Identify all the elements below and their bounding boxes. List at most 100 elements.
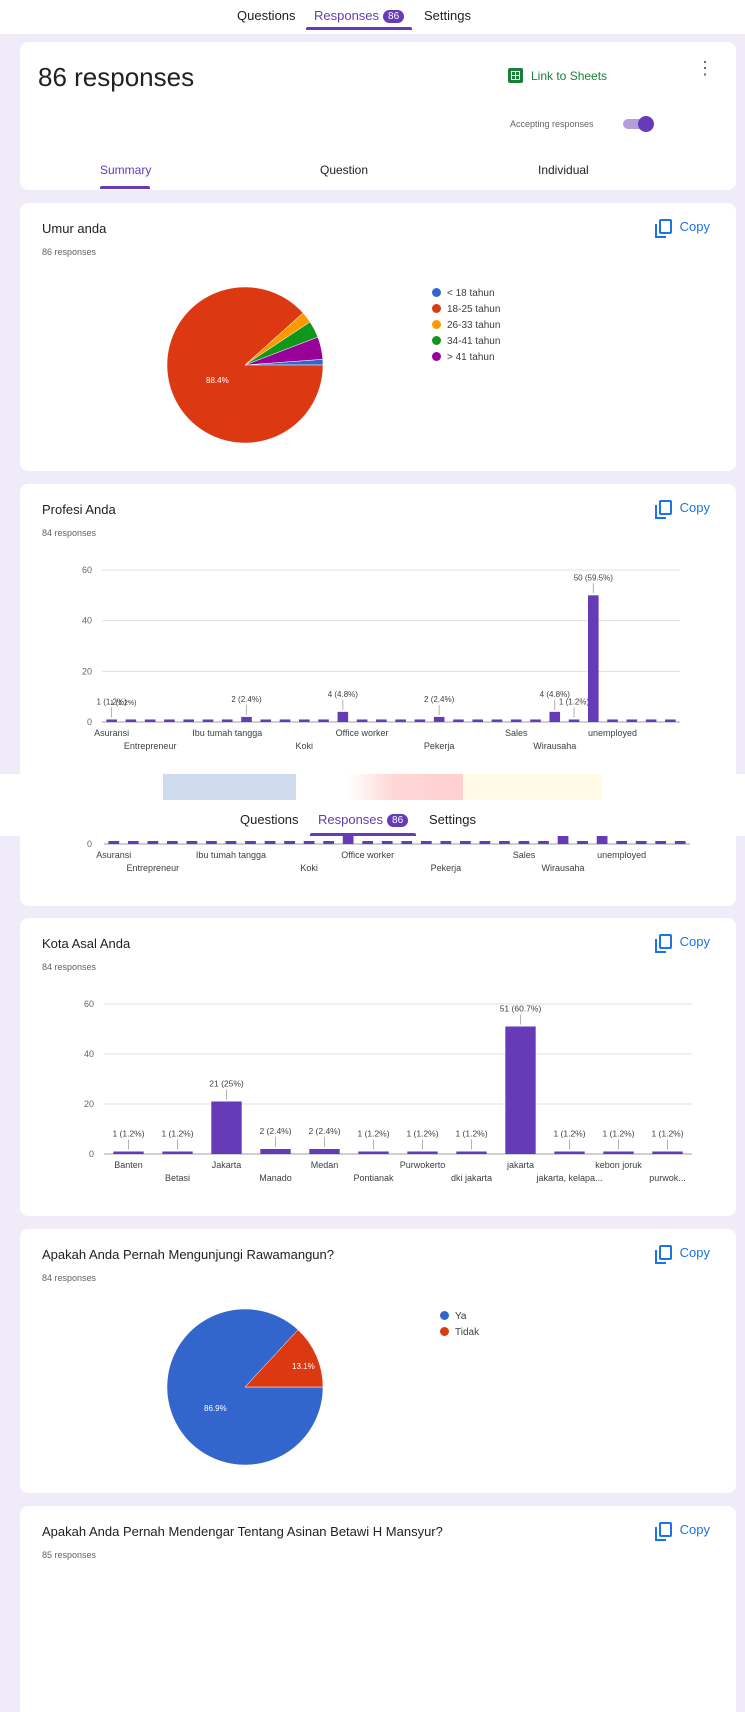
bar bbox=[607, 719, 618, 722]
response-count: 84 responses bbox=[42, 528, 97, 538]
tab-questions[interactable]: Questions bbox=[237, 8, 296, 23]
x-tick-label: Koki bbox=[300, 863, 318, 873]
copy-icon bbox=[654, 1522, 672, 1541]
x-tick-label: Asuransi bbox=[94, 728, 129, 738]
pie-slices bbox=[166, 286, 324, 444]
bar bbox=[655, 841, 667, 844]
bar bbox=[530, 719, 541, 722]
top-nav: Questions Responses 86 Settings bbox=[0, 0, 745, 34]
bar bbox=[299, 719, 310, 722]
legend-item: Ya bbox=[440, 1311, 467, 1322]
bar bbox=[472, 719, 483, 722]
legend-dot bbox=[432, 288, 441, 297]
copy-icon bbox=[654, 1245, 672, 1264]
slice-label-tidak: 13.1% bbox=[292, 1362, 315, 1371]
bar bbox=[356, 719, 368, 722]
x-tick-label: Medan bbox=[311, 1160, 339, 1170]
legend-dot bbox=[432, 336, 441, 345]
tab-settings[interactable]: Settings bbox=[429, 812, 476, 827]
bar bbox=[376, 719, 387, 722]
legend-label: 26-33 tahun bbox=[447, 320, 501, 331]
data-label: 51 (60.7%) bbox=[500, 1004, 542, 1014]
legend-label: 18-25 tahun bbox=[447, 304, 501, 315]
bar bbox=[401, 841, 413, 844]
screenshot-seam bbox=[0, 774, 745, 804]
bar bbox=[549, 711, 561, 722]
x-tick-label: purwok... bbox=[649, 1173, 686, 1183]
data-label: 21 (25%) bbox=[209, 1079, 244, 1089]
x-tick-label: dki jakarta bbox=[451, 1173, 492, 1183]
x-tick-label: Sales bbox=[513, 850, 536, 860]
tab-individual[interactable]: Individual bbox=[538, 163, 589, 177]
bar bbox=[164, 719, 175, 722]
bar bbox=[479, 841, 491, 844]
tab-responses[interactable]: Responses 86 bbox=[318, 812, 409, 827]
x-tick-label: Office worker bbox=[336, 728, 389, 738]
y-tick-label: 40 bbox=[84, 1049, 94, 1059]
data-label: 2 (2.4%) bbox=[424, 695, 455, 704]
x-tick-label: Pekerja bbox=[431, 863, 462, 873]
page-title: 86 responses bbox=[38, 62, 195, 92]
link-to-sheets-button[interactable]: Link to Sheets bbox=[508, 68, 607, 83]
bar bbox=[538, 841, 549, 844]
sheets-icon bbox=[508, 68, 523, 83]
bar bbox=[211, 1101, 242, 1154]
bar bbox=[284, 841, 295, 844]
question-card-rawamangun: Apakah Anda Pernah Mengunjungi Rawamangu… bbox=[20, 1229, 736, 1493]
bar bbox=[186, 841, 198, 844]
bar bbox=[206, 841, 217, 844]
x-tick-label: Ibu tumah tangga bbox=[196, 850, 266, 860]
x-tick-label: Manado bbox=[259, 1173, 292, 1183]
x-tick-label: Wirausaha bbox=[533, 741, 576, 751]
tab-question[interactable]: Question bbox=[320, 163, 368, 177]
bar bbox=[144, 719, 156, 722]
more-options-icon[interactable]: ⋮ bbox=[696, 59, 714, 77]
legend-label: 34-41 tahun bbox=[447, 336, 501, 347]
bar-chart-profesi-continued: 0 Asuransi Entrepreneur Ibu tumah tangga Kok… bbox=[87, 836, 690, 873]
copy-button[interactable]: Copy bbox=[654, 1245, 710, 1264]
legend-dot bbox=[440, 1311, 449, 1320]
x-tick-label: Entrepreneur bbox=[124, 741, 177, 751]
data-label: 4 (4.8%) bbox=[328, 690, 359, 699]
x-tick-label: Betasi bbox=[165, 1173, 190, 1183]
y-tick-label: 60 bbox=[82, 565, 92, 575]
legend-dot bbox=[432, 320, 441, 329]
y-tick-label: 20 bbox=[84, 1099, 94, 1109]
copy-button[interactable]: Copy bbox=[654, 219, 710, 238]
legend-item: 18-25 tahun bbox=[432, 304, 500, 315]
copy-button[interactable]: Copy bbox=[654, 1522, 710, 1541]
tab-settings[interactable]: Settings bbox=[424, 8, 471, 23]
top-nav-repeat: Questions Responses 86 Settings bbox=[0, 804, 745, 836]
legend-item: 34-41 tahun bbox=[432, 336, 500, 347]
copy-button[interactable]: Copy bbox=[654, 500, 710, 519]
copy-label: Copy bbox=[679, 934, 710, 949]
tab-responses[interactable]: Responses 86 bbox=[314, 8, 405, 23]
tab-summary[interactable]: Summary bbox=[100, 163, 151, 177]
bar bbox=[635, 841, 647, 844]
x-tick-label: kebon joruk bbox=[595, 1160, 642, 1170]
bar bbox=[596, 836, 608, 844]
bar bbox=[260, 1149, 291, 1154]
data-label: 50 (59.5%) bbox=[574, 573, 613, 582]
legend-dot bbox=[432, 352, 441, 361]
data-label: 1 (1.2%) bbox=[455, 1129, 487, 1139]
copy-button[interactable]: Copy bbox=[654, 934, 710, 953]
x-tick-label: jakarta, kelapa... bbox=[535, 1173, 602, 1183]
bar bbox=[337, 711, 349, 722]
x-tick-label: Wirausaha bbox=[542, 863, 585, 873]
bar bbox=[362, 841, 374, 844]
accepting-responses-toggle[interactable] bbox=[623, 116, 655, 132]
response-count: 85 responses bbox=[42, 1550, 97, 1560]
copy-icon bbox=[654, 219, 672, 238]
x-tick-label: Entrepreneur bbox=[127, 863, 180, 873]
bar bbox=[510, 719, 522, 722]
tab-questions[interactable]: Questions bbox=[240, 812, 299, 827]
bar bbox=[433, 716, 445, 722]
copy-icon bbox=[654, 934, 672, 953]
bar bbox=[358, 1151, 389, 1154]
x-tick-label: Purwokerto bbox=[400, 1160, 446, 1170]
x-tick-label: Office worker bbox=[341, 850, 394, 860]
tab-responses-label: Responses bbox=[314, 8, 380, 23]
tab-responses-label: Responses bbox=[318, 812, 384, 827]
x-tick-label: Pekerja bbox=[424, 741, 455, 751]
